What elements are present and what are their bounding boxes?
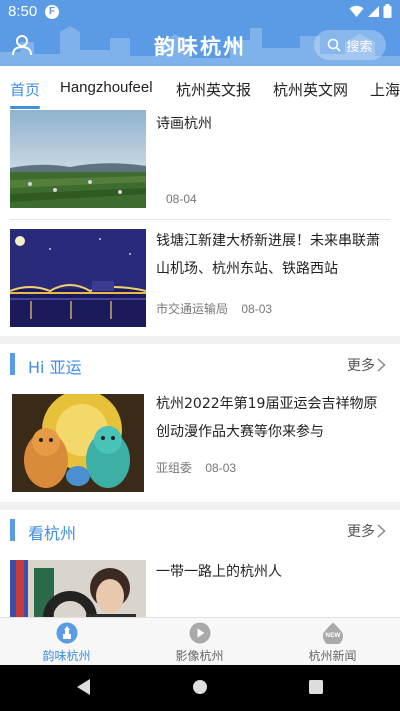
status-bar: 8:50 F	[0, 0, 400, 24]
tab-hangzhou-english-web[interactable]: 杭州英文网	[273, 79, 348, 100]
section-header-see-hangzhou: 看杭州 更多	[0, 510, 400, 550]
news-title: 诗画杭州	[156, 116, 212, 132]
more-link[interactable]: 更多	[347, 521, 386, 541]
divider	[10, 219, 390, 220]
news-date: 08-03	[205, 461, 237, 475]
person-photo	[10, 560, 146, 617]
wifi-icon	[349, 5, 364, 17]
home-icon[interactable]	[192, 678, 208, 696]
section-header-asian-games: Hi 亚运 更多	[0, 344, 400, 384]
news-source: 市交通运输局	[156, 302, 229, 316]
news-feed[interactable]: 诗画杭州 08-04 钱塘江新建大桥新进展！未来串联萧山机场、杭州东站、铁路西站…	[0, 110, 400, 617]
section-gap	[0, 336, 400, 344]
section-accent-bar	[10, 519, 15, 541]
tab-shanghai[interactable]: 上海	[370, 79, 400, 100]
home-tower-icon	[56, 622, 78, 644]
news-meta: 市交通运输局 08-03	[156, 300, 272, 317]
nav-label: 影像杭州	[175, 649, 224, 663]
search-icon	[328, 38, 342, 52]
news-item[interactable]: 杭州2022年第19届亚运会吉祥物原创动漫作品大赛等你来参与 亚组委 08-03	[0, 394, 400, 494]
news-title: 杭州2022年第19届亚运会吉祥物原创动漫作品大赛等你来参与	[156, 396, 378, 440]
notification-icon: F	[45, 5, 59, 19]
news-title: 钱塘江新建大桥新进展！未来串联萧山机场、杭州东站、铁路西站	[156, 233, 380, 277]
more-label: 更多	[347, 524, 375, 540]
search-label: 搜索	[346, 39, 373, 55]
category-tabs: 首页 Hangzhoufeel 杭州英文报 杭州英文网 上海	[0, 66, 400, 110]
tab-hangzhoufeel[interactable]: Hangzhoufeel	[60, 79, 153, 96]
news-item[interactable]: 一带一路上的杭州人	[0, 560, 400, 617]
nav-label: 韵味杭州	[42, 649, 91, 663]
section-accent-bar	[10, 353, 15, 375]
news-date: 08-03	[241, 302, 273, 316]
news-date: 08-04	[166, 192, 197, 206]
svg-text:NEW: NEW	[325, 632, 341, 639]
more-link[interactable]: 更多	[347, 355, 386, 375]
nav-yunwei-hangzhou[interactable]: 韵味杭州	[0, 618, 133, 666]
nav-label: 杭州新闻	[308, 649, 357, 663]
recents-icon[interactable]	[308, 678, 324, 696]
news-meta: 亚组委 08-03	[156, 459, 236, 476]
more-label: 更多	[347, 358, 375, 374]
status-time: 8:50	[8, 3, 38, 20]
chevron-right-icon	[377, 524, 386, 538]
landscape-photo	[10, 110, 146, 208]
bridge-night-illustration	[10, 229, 146, 327]
app-header: 韵味杭州 搜索	[0, 24, 400, 66]
section-title: Hi 亚运	[28, 358, 82, 377]
battery-icon	[383, 4, 392, 18]
active-tab-indicator	[10, 106, 40, 109]
new-badge-icon: NEW	[323, 622, 343, 644]
play-icon	[189, 622, 211, 644]
mascot-cartoon	[12, 394, 144, 492]
tab-hangzhou-english-paper[interactable]: 杭州英文报	[176, 79, 251, 100]
news-item[interactable]: 钱塘江新建大桥新进展！未来串联萧山机场、杭州东站、铁路西站 市交通运输局 08-…	[0, 229, 400, 329]
news-source: 亚组委	[156, 461, 193, 475]
section-title: 看杭州	[28, 524, 77, 543]
chevron-right-icon	[377, 358, 386, 372]
top-band: 8:50 F 韵味杭州 搜索	[0, 0, 400, 66]
back-icon[interactable]	[76, 678, 92, 696]
news-meta: 08-04	[166, 192, 197, 206]
nav-hangzhou-news[interactable]: NEW 杭州新闻	[266, 618, 399, 666]
search-button[interactable]: 搜索	[314, 30, 386, 60]
nav-yingxiang-hangzhou[interactable]: 影像杭州	[133, 618, 266, 666]
news-item[interactable]: 诗画杭州 08-04	[0, 110, 400, 218]
tab-home[interactable]: 首页	[10, 79, 40, 100]
section-gap	[0, 502, 400, 510]
status-icons	[349, 4, 392, 18]
bottom-navigation: 韵味杭州 影像杭州 NEW 杭州新闻	[0, 617, 400, 665]
signal-icon	[368, 5, 379, 17]
system-navigation-bar	[0, 665, 400, 711]
news-title: 一带一路上的杭州人	[156, 564, 282, 580]
